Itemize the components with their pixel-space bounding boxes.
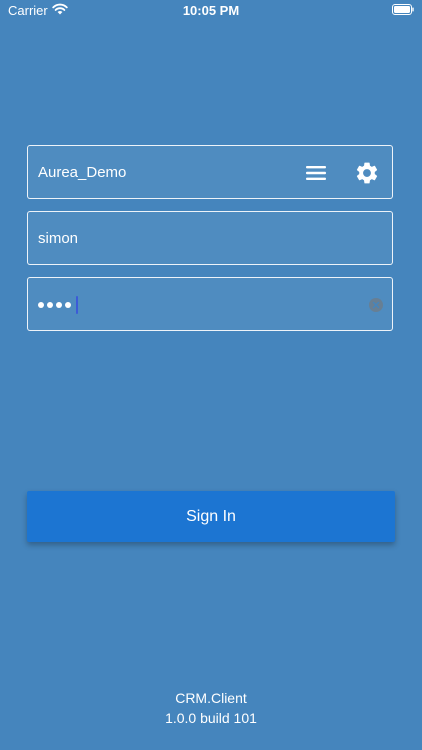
server-value: Aurea_Demo: [38, 164, 127, 181]
sign-in-button[interactable]: Sign In: [27, 491, 395, 542]
password-dot: [38, 302, 44, 308]
password-field[interactable]: [27, 277, 393, 331]
username-value: simon: [38, 230, 79, 247]
status-bar: Carrier 10:05 PM: [0, 0, 422, 22]
text-cursor: [76, 296, 78, 314]
app-name: CRM.Client: [175, 690, 247, 706]
password-dot: [56, 302, 62, 308]
app-footer: CRM.Client 1.0.0 build 101: [0, 688, 422, 728]
clear-icon[interactable]: [369, 298, 383, 312]
status-time: 10:05 PM: [182, 3, 240, 18]
app-version: 1.0.0 build 101: [165, 710, 257, 726]
password-masked-value: [38, 278, 78, 332]
username-field[interactable]: simon: [27, 211, 393, 265]
gear-icon[interactable]: [354, 160, 380, 186]
server-field[interactable]: Aurea_Demo: [27, 145, 393, 199]
password-dot: [65, 302, 71, 308]
menu-icon[interactable]: [304, 163, 328, 183]
password-dot: [47, 302, 53, 308]
battery-icon: [392, 4, 414, 15]
